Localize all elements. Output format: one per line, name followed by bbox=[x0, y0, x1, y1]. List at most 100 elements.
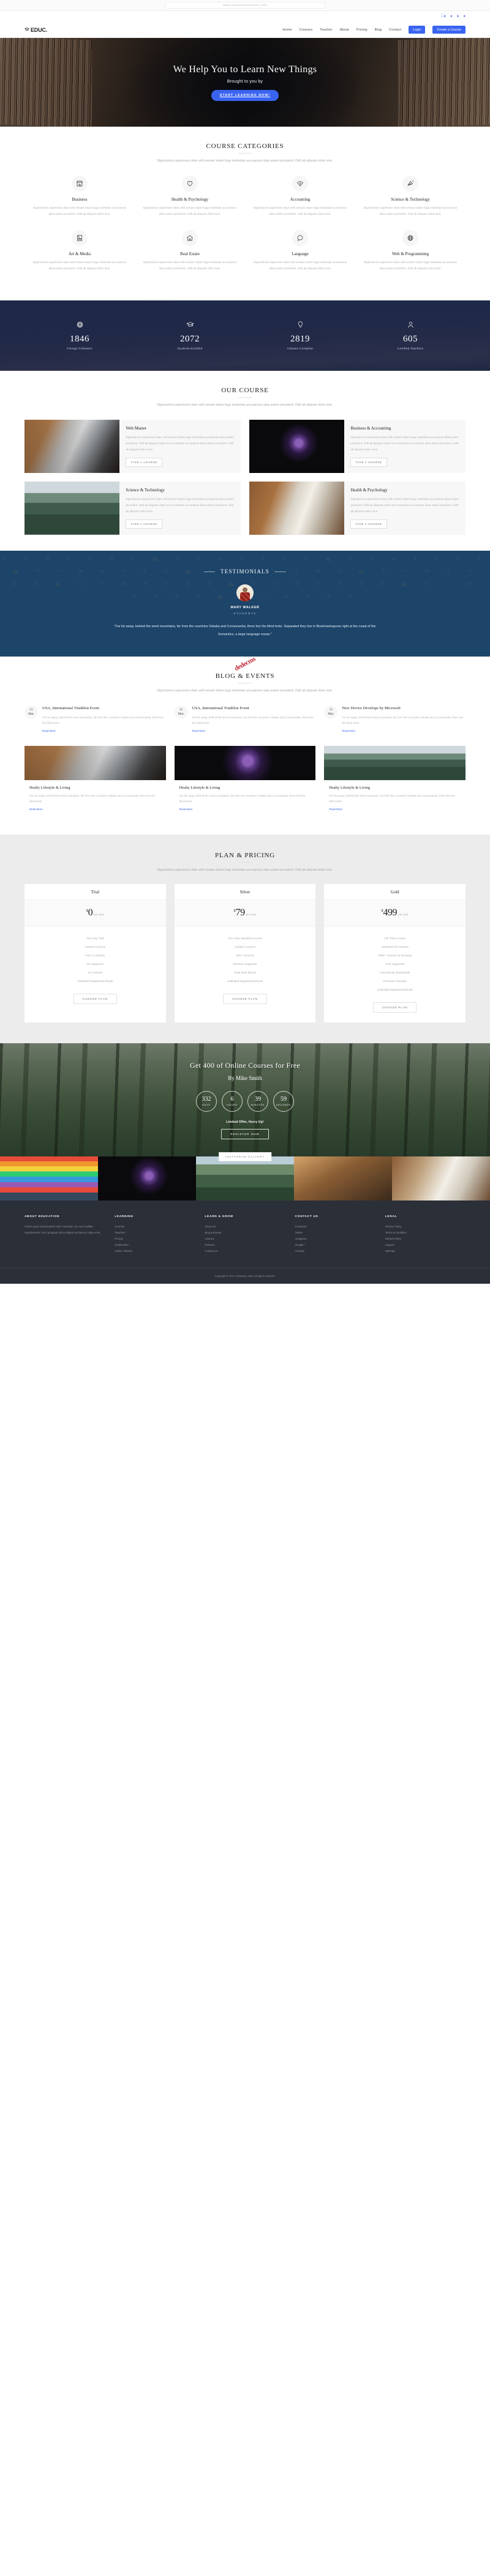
footer-link[interactable]: Twitter bbox=[295, 1230, 375, 1236]
course-categories-section: COURSE CATEGORIES Dignissimos asperiores… bbox=[0, 127, 490, 300]
stat-value: 2819 bbox=[290, 334, 310, 344]
footer-link-list: Courses Teachers Pricing Certification O… bbox=[115, 1224, 195, 1254]
nav-item-about[interactable]: About bbox=[340, 28, 349, 32]
plan-feature: Random Supporter bbox=[233, 962, 257, 966]
read-more-link[interactable]: Read More bbox=[329, 808, 342, 811]
section-head: PLAN & PRICING Dignissimos asperiores vi… bbox=[24, 852, 466, 874]
register-now-button[interactable]: REGISTER NOW bbox=[221, 1128, 269, 1139]
list-item[interactable]: 15 Mar. USA, International Triathlon Eve… bbox=[24, 705, 166, 734]
footer-link[interactable]: Blog & Events bbox=[205, 1230, 285, 1236]
footer-link[interactable]: Terms & Condition bbox=[385, 1230, 466, 1236]
hero-title: We Help You to Learn New Things bbox=[173, 64, 317, 75]
category-item-language[interactable]: Language Dignissimos asperiores vitae ve… bbox=[245, 230, 355, 285]
take-a-course-button[interactable]: TAKE A COURSE bbox=[350, 519, 387, 529]
nav-item-courses[interactable]: Courses bbox=[300, 28, 313, 32]
facebook-icon[interactable]: ● bbox=[441, 15, 446, 18]
footer-link[interactable]: Privacy Policy bbox=[385, 1224, 466, 1230]
section-head: BLOG & EVENTS Dignissimos asperiores vit… bbox=[24, 672, 466, 694]
blog-post-card[interactable]: Healty Lifestyle & Living Far far away, … bbox=[24, 745, 166, 819]
category-item-accounting[interactable]: Accounting Dignissimos asperiores vitae … bbox=[245, 175, 355, 230]
footer-link[interactable]: Online Classes bbox=[115, 1248, 195, 1254]
category-desc: Dignissimos asperiores vitae velit venia… bbox=[253, 261, 347, 270]
plan-feature: Unlimited Registered Ebook bbox=[377, 988, 413, 991]
list-item[interactable]: 15 Mar. USA, International Triathlon Eve… bbox=[174, 705, 316, 734]
pricing-section: PLAN & PRICING Dignissimos asperiores vi… bbox=[0, 834, 490, 1044]
footer-link[interactable]: Refund Policy bbox=[385, 1236, 466, 1242]
address-bar[interactable]: www.yourdomainname.com bbox=[165, 2, 325, 9]
category-item-art-media[interactable]: Art & Media Dignissimos asperiores vitae… bbox=[24, 230, 135, 285]
category-item-real-estate[interactable]: Real Estate Dignissimos asperiores vitae… bbox=[135, 230, 245, 285]
choose-plan-button[interactable]: CHOOSE PLAN bbox=[73, 994, 118, 1005]
instagram-photo[interactable] bbox=[98, 1156, 196, 1201]
footer-link[interactable]: Certification bbox=[115, 1242, 195, 1248]
footer-link[interactable]: Teachers bbox=[115, 1230, 195, 1236]
plan-feature: Limited Courses bbox=[85, 945, 106, 948]
instagram-photo[interactable] bbox=[294, 1156, 392, 1201]
course-card[interactable]: Science & Technology Dignissimos asperio… bbox=[24, 482, 241, 535]
read-more-link[interactable]: Read More bbox=[42, 729, 56, 732]
footer-link[interactable]: Support bbox=[385, 1242, 466, 1248]
create-course-button[interactable]: Create a Course bbox=[432, 26, 466, 34]
nav-item-pricing[interactable]: Pricing bbox=[356, 28, 368, 32]
twitter-icon[interactable]: ● bbox=[450, 15, 453, 18]
category-item-science-technology[interactable]: Science & Technology Dignissimos asperio… bbox=[355, 175, 466, 230]
read-more-link[interactable]: Read More bbox=[192, 729, 206, 732]
testimonial-role: STUDENTS bbox=[233, 612, 257, 616]
course-title: Science & Technology bbox=[126, 488, 165, 493]
category-item-business[interactable]: Business Dignissimos asperiores vitae ve… bbox=[24, 175, 135, 230]
pricing-plan-gold: Gold $499 per year Life Time Access Unlim… bbox=[324, 884, 466, 1023]
footer-link[interactable]: Youtube bbox=[295, 1248, 375, 1254]
footer-link[interactable]: Pricing bbox=[115, 1236, 195, 1242]
category-desc: Dignissimos asperiores vitae velit venia… bbox=[143, 206, 237, 215]
category-item-web-programming[interactable]: Web & Programming Dignissimos asperiores… bbox=[355, 230, 466, 285]
read-more-link[interactable]: Read More bbox=[29, 808, 43, 811]
instagram-photo[interactable] bbox=[0, 1156, 98, 1201]
footer-link[interactable]: About Us bbox=[205, 1224, 285, 1230]
site-logo[interactable]: EDUC. bbox=[24, 27, 47, 33]
plan-feature: Free Ebook Downloads bbox=[380, 970, 410, 974]
nav-item-blog[interactable]: Blog bbox=[375, 28, 382, 32]
nav-item-home[interactable]: Home bbox=[282, 28, 292, 32]
footer-link[interactable]: Courses bbox=[115, 1224, 195, 1230]
nav-item-teacher[interactable]: Teacher bbox=[320, 28, 333, 32]
footer-link[interactable]: Contact Us bbox=[205, 1248, 285, 1254]
category-item-health-psychology[interactable]: Health & Psychology Dignissimos asperior… bbox=[135, 175, 245, 230]
footer-link[interactable]: Partners bbox=[205, 1242, 285, 1248]
choose-plan-button[interactable]: CHOOSE PLAN bbox=[223, 994, 267, 1005]
footer-link[interactable]: Instagram bbox=[295, 1236, 375, 1242]
list-item[interactable]: 15 Mar. New Device Develope by Microsoft… bbox=[324, 705, 466, 734]
footer-link[interactable]: Facebook bbox=[295, 1224, 375, 1230]
start-learning-button[interactable]: START LEARNING NOW! bbox=[211, 89, 279, 101]
event-month: Mar. bbox=[178, 712, 184, 716]
site-logo-text: EDUC. bbox=[31, 26, 48, 33]
instagram-photo[interactable] bbox=[196, 1156, 294, 1201]
blog-post-card[interactable]: Healty Lifestyle & Living Far far away, … bbox=[174, 745, 316, 819]
footer-link-list: About Us Blog & Events Careers Partners … bbox=[205, 1224, 285, 1254]
footer-link[interactable]: Sitemap bbox=[385, 1248, 466, 1254]
take-a-course-button[interactable]: TAKE A COURSE bbox=[126, 458, 162, 467]
course-card[interactable]: Health & Psychology Dignissimos asperior… bbox=[249, 482, 466, 535]
event-month: Mar. bbox=[328, 712, 334, 716]
course-card[interactable]: Business & Accounting Dignissimos asperi… bbox=[249, 420, 466, 474]
google-plus-icon[interactable]: ● bbox=[457, 15, 459, 18]
nav-item-contact[interactable]: Contact bbox=[389, 28, 401, 32]
globe-icon bbox=[402, 230, 418, 247]
linkedin-icon[interactable]: ● bbox=[463, 15, 466, 18]
take-a-course-button[interactable]: TAKE A COURSE bbox=[350, 458, 387, 467]
read-more-link[interactable]: Read More bbox=[342, 729, 355, 732]
instagram-photo[interactable] bbox=[392, 1156, 490, 1201]
footer-link[interactable]: Google+ bbox=[295, 1242, 375, 1248]
category-desc: Dignissimos asperiores vitae velit venia… bbox=[253, 206, 347, 215]
footer-link[interactable]: Careers bbox=[205, 1236, 285, 1242]
login-button[interactable]: Login bbox=[409, 26, 426, 34]
countdown-unit: HOURS bbox=[227, 1104, 238, 1107]
plan-feature: Unlimited Registered Ebook bbox=[77, 979, 113, 983]
blog-post-grid: Healty Lifestyle & Living Far far away, … bbox=[24, 745, 466, 819]
course-title: Web Master bbox=[126, 426, 147, 431]
take-a-course-button[interactable]: TAKE A COURSE bbox=[126, 519, 162, 529]
choose-plan-button[interactable]: CHOOSE PLAN bbox=[372, 1002, 417, 1013]
course-card[interactable]: Web Master Dignissimos asperiores vitae … bbox=[24, 420, 241, 474]
countdown-hours: 6 HOURS bbox=[221, 1090, 243, 1112]
read-more-link[interactable]: Read More bbox=[179, 808, 193, 811]
blog-post-card[interactable]: Healty Lifestyle & Living Far far away, … bbox=[324, 745, 466, 819]
